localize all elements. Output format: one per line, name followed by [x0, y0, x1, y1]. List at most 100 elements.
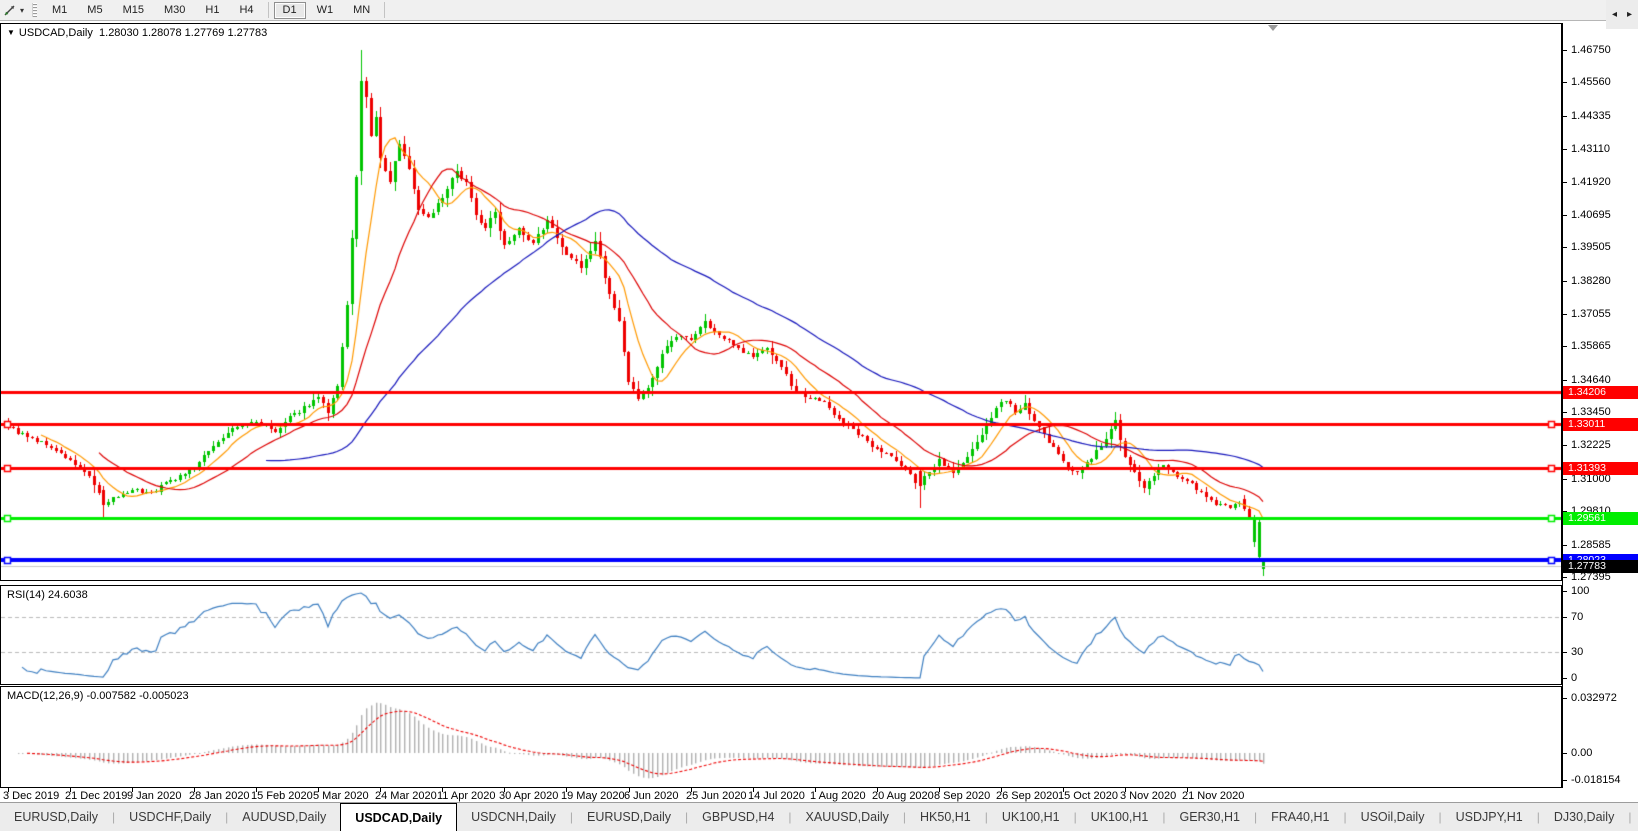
timeframe-button-m30[interactable]: M30: [155, 2, 194, 19]
time-axis-label: 11 Apr 2020: [437, 790, 496, 802]
chart-tab-fra40-12[interactable]: FRA40,H1: [1257, 803, 1343, 831]
axis-tick-mark: [1563, 281, 1567, 282]
axis-tick-mark: [1563, 82, 1567, 83]
chart-tab-dj30-15[interactable]: DJ30,Daily: [1540, 803, 1628, 831]
timeframe-button-d1[interactable]: D1: [274, 2, 306, 19]
chart-tab-usdjpy-14[interactable]: USDJPY,H1: [1442, 803, 1537, 831]
axis-tick-mark: [1563, 652, 1567, 653]
price-axis[interactable]: 1.467501.455601.443351.431101.419201.406…: [1562, 23, 1638, 788]
time-axis-label: 28 Jan 2020: [189, 790, 250, 802]
chart-tab-gbpusd-6[interactable]: GBPUSD,H4: [688, 803, 788, 831]
tab-scroll-left-icon[interactable]: ◂: [1612, 9, 1617, 20]
chart-tab-audusd-2[interactable]: AUDUSD,Daily: [228, 803, 340, 831]
rsi-pane: RSI(14) 24.6038: [0, 585, 1562, 685]
timeframe-button-h4[interactable]: H4: [230, 2, 262, 19]
axis-tick-mark: [1563, 50, 1567, 51]
time-axis-label: 24 Mar 2020: [375, 790, 437, 802]
tab-scroll-buttons: ◂ ▸: [1606, 0, 1638, 29]
axis-tick-label: 0.032972: [1571, 692, 1617, 704]
macd-indicator-label: MACD(12,26,9) -0.007582 -0.005023: [7, 690, 189, 702]
axis-tick-label: 1.33450: [1571, 406, 1611, 418]
toolbar-separator: [384, 2, 385, 18]
axis-tick-label: 1.35865: [1571, 340, 1611, 352]
time-axis-label: 15 Oct 2020: [1058, 790, 1118, 802]
axis-tick-mark: [1563, 577, 1567, 578]
chart-tab-uk100-10[interactable]: UK100,H1: [1077, 803, 1163, 831]
axis-tick-mark: [1563, 247, 1567, 248]
time-axis-label: 25 Jun 2020: [686, 790, 747, 802]
time-axis-label: 8 Sep 2020: [934, 790, 990, 802]
chart-tab-eurusd-0[interactable]: EURUSD,Daily: [0, 803, 112, 831]
timeframe-buttons-group: M1M5M15M30H1H4 D1W1MN: [42, 2, 389, 19]
timeframe-button-h1[interactable]: H1: [196, 2, 228, 19]
axis-tick-mark: [1563, 545, 1567, 546]
chart-tab-uk100-9[interactable]: UK100,H1: [988, 803, 1074, 831]
axis-tick-mark: [1563, 380, 1567, 381]
axis-tick-mark: [1563, 591, 1567, 592]
price-level-label: 1.31393: [1563, 462, 1638, 475]
tool-dropdown-caret[interactable]: ▾: [20, 6, 24, 15]
time-axis-label: 19 May 2020: [561, 790, 625, 802]
ohlc-values: 1.28030 1.28078 1.27769 1.27783: [99, 27, 267, 39]
axis-tick-mark: [1563, 445, 1567, 446]
axis-tick-mark: [1563, 182, 1567, 183]
axis-tick-mark: [1563, 412, 1567, 413]
time-axis-label: 20 Aug 2020: [872, 790, 934, 802]
chart-tab-hk50-8[interactable]: HK50,H1: [906, 803, 985, 831]
time-axis-label: 30 Apr 2020: [499, 790, 558, 802]
chart-tab-usdcad-3[interactable]: USDCAD,Daily: [340, 803, 457, 831]
macd-chart-canvas[interactable]: [1, 687, 1561, 787]
chart-tab-usdcnh-4[interactable]: USDCNH,Daily: [457, 803, 570, 831]
chart-tab-ger30-11[interactable]: GER30,H1: [1166, 803, 1254, 831]
axis-tick-label: 1.32225: [1571, 439, 1611, 451]
axis-tick-label: 0: [1571, 672, 1577, 684]
timeframe-button-m1[interactable]: M1: [43, 2, 76, 19]
axis-tick-mark: [1563, 346, 1567, 347]
time-axis-label: 3 Nov 2020: [1120, 790, 1176, 802]
time-axis-label: 1 Aug 2020: [810, 790, 866, 802]
chart-shift-marker-icon[interactable]: [1268, 25, 1278, 31]
axis-tick-label: 1.46750: [1571, 44, 1611, 56]
crosshair-cursor-icon: [3, 3, 17, 17]
axis-tick-mark: [1563, 780, 1567, 781]
axis-tick-mark: [1563, 149, 1567, 150]
time-axis-label: 26 Sep 2020: [996, 790, 1058, 802]
time-axis-label: 21 Dec 2019: [65, 790, 127, 802]
axis-tick-mark: [1563, 314, 1567, 315]
price-chart-canvas[interactable]: [1, 24, 1561, 580]
axis-tick-mark: [1563, 753, 1567, 754]
axis-tick-label: 1.28585: [1571, 539, 1611, 551]
time-axis-label: 5 Mar 2020: [313, 790, 369, 802]
rsi-chart-canvas[interactable]: [1, 586, 1561, 684]
chart-tab-usdchf-1[interactable]: USDCHF,Daily: [115, 803, 225, 831]
price-level-label: 1.33011: [1563, 418, 1638, 431]
time-axis-label: 15 Feb 2020: [251, 790, 313, 802]
macd-pane: MACD(12,26,9) -0.007582 -0.005023: [0, 686, 1562, 788]
time-axis-label: 3 Dec 2019: [3, 790, 59, 802]
axis-tick-mark: [1563, 617, 1567, 618]
chart-tab-usoil-13[interactable]: USOil,Daily: [1347, 803, 1439, 831]
chart-menu-caret[interactable]: ▼: [7, 28, 15, 37]
time-axis-label: 6 Jun 2020: [624, 790, 678, 802]
time-axis-label: 21 Nov 2020: [1182, 790, 1244, 802]
symbol-label: USDCAD,Daily: [19, 27, 93, 39]
axis-tick-mark: [1563, 678, 1567, 679]
toolbar-grip-handle[interactable]: [32, 3, 37, 17]
timeframe-button-w1[interactable]: W1: [308, 2, 343, 19]
tab-scroll-right-icon[interactable]: ▸: [1627, 9, 1632, 20]
current-price-label: 1.27783: [1563, 560, 1638, 573]
drawing-tool-button[interactable]: ▾: [0, 0, 28, 20]
toolbar-separator: [268, 2, 269, 18]
axis-tick-label: 1.44335: [1571, 110, 1611, 122]
axis-tick-mark: [1563, 479, 1567, 480]
axis-tick-mark: [1563, 698, 1567, 699]
axis-tick-label: 1.34640: [1571, 374, 1611, 386]
chart-tab-xauusd-7[interactable]: XAUUSD,Daily: [792, 803, 903, 831]
chart-tab-china300-16[interactable]: CHINA300,H1: [1631, 803, 1638, 831]
timeframe-button-mn[interactable]: MN: [344, 2, 379, 19]
timeframe-button-m15[interactable]: M15: [114, 2, 153, 19]
axis-tick-label: 100: [1571, 585, 1589, 597]
chart-tab-eurusd-5[interactable]: EURUSD,Daily: [573, 803, 685, 831]
timeframe-button-m5[interactable]: M5: [78, 2, 111, 19]
chart-tab-bar: EURUSD,Daily|USDCHF,Daily|AUDUSD,DailyUS…: [0, 802, 1638, 831]
